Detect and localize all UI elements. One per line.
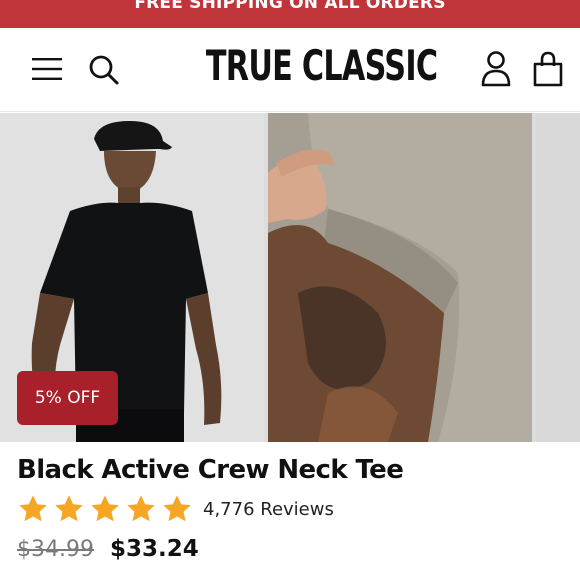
hamburger-menu-icon[interactable] [30,54,64,84]
star-icon [19,495,47,522]
star-icon [91,495,119,522]
star-icon [127,495,155,522]
brand-logo[interactable]: TRUE CLASSIC [206,41,438,90]
user-account-icon[interactable] [480,50,512,88]
star-icon [163,495,191,522]
sleeve-illustration [268,113,532,442]
site-header: TRUE CLASSIC [0,28,580,112]
promo-banner: FREE SHIPPING ON ALL ORDERS [0,0,580,28]
product-photo-next[interactable] [536,113,580,442]
product-title: Black Active Crew Neck Tee [17,455,404,485]
product-photo-sleeve-detail[interactable] [268,113,532,442]
review-count-link[interactable]: 4,776 Reviews [203,499,334,520]
promo-text: FREE SHIPPING ON ALL ORDERS [134,0,446,13]
star-icon [55,495,83,522]
shopping-bag-icon[interactable] [532,50,564,88]
search-icon[interactable] [86,52,122,88]
product-rating[interactable]: 4,776 Reviews [17,492,334,526]
sale-price: $33.24 [109,536,199,562]
price-row: $34.99 $33.24 [17,536,199,562]
discount-badge: 5% OFF [17,371,118,425]
original-price: $34.99 [17,537,94,562]
